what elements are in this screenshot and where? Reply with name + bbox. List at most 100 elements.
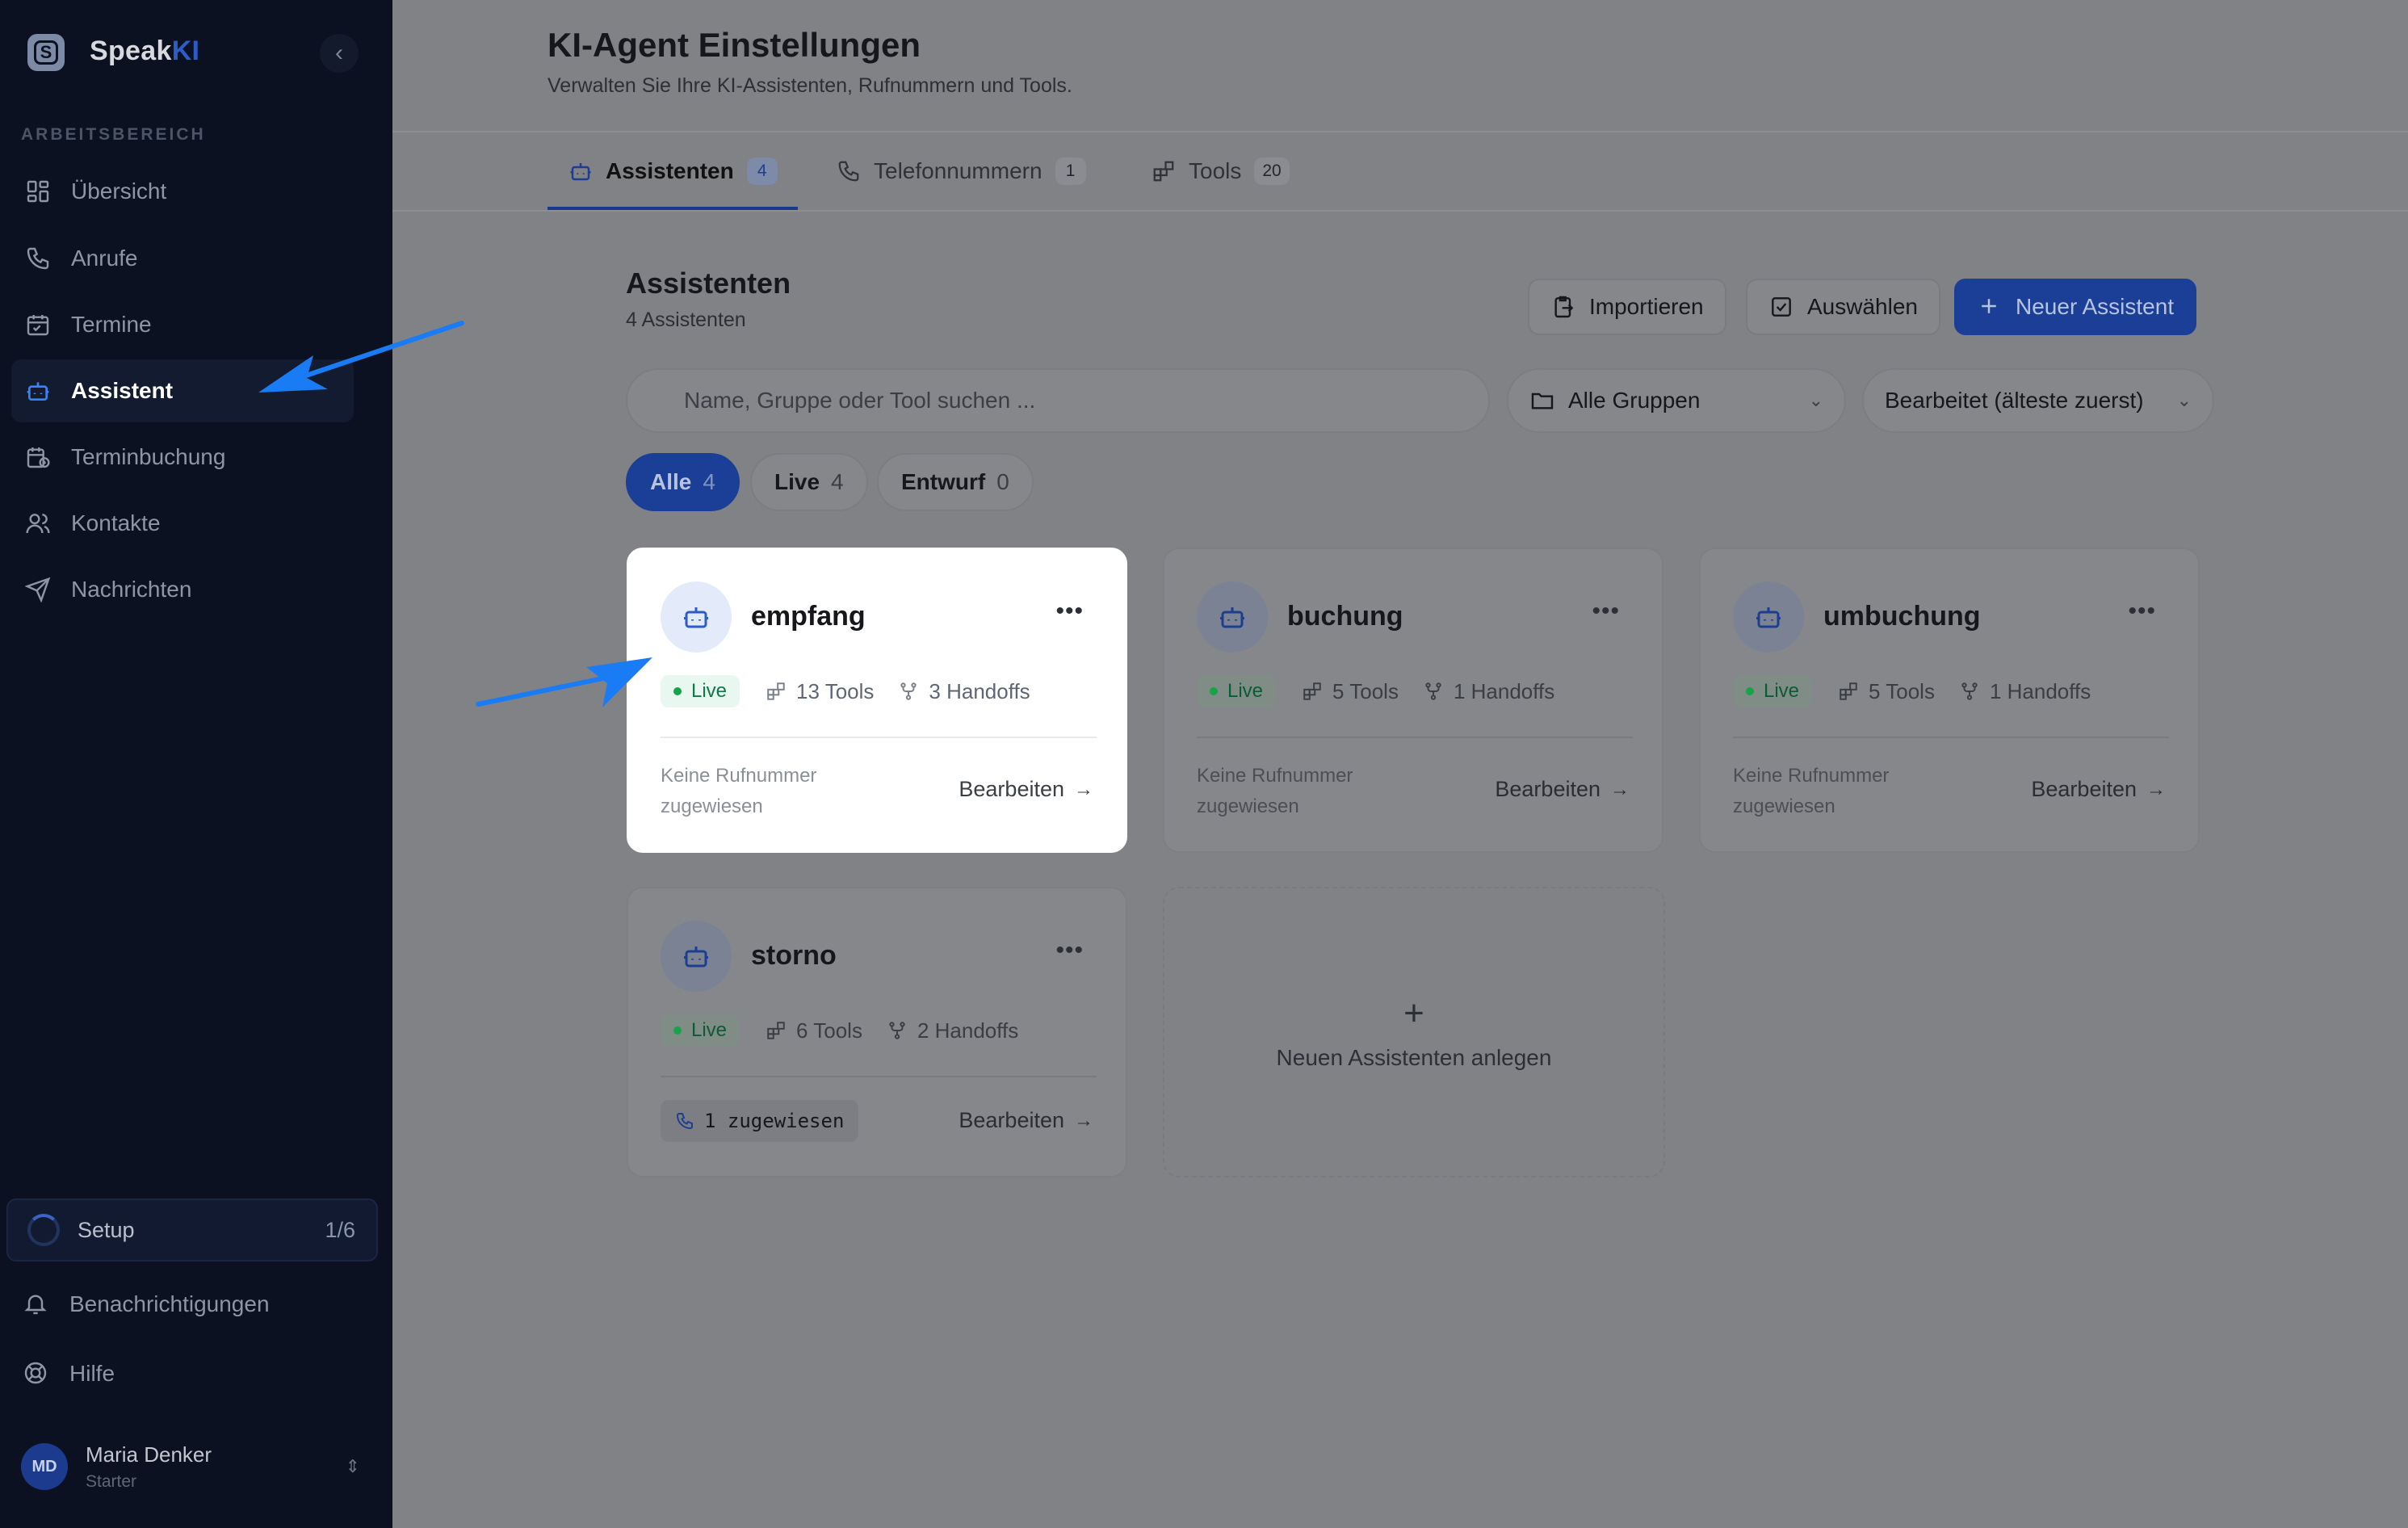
sidebar-item-label: Termine [71,312,152,337]
calendar-clock-icon [24,443,52,471]
assistant-card[interactable]: buchung ••• Live 5 Tools 1 Handoffs Kein… [1163,548,1663,853]
chevron-down-icon: ⌄ [1808,390,1823,410]
tab-count-badge: 1 [1055,157,1086,185]
sidebar-item-label: Kontakte [71,510,161,535]
divider [1733,737,2169,738]
arrow-right-icon: → [1610,778,1630,800]
edit-link[interactable]: Bearbeiten → [2031,777,2166,802]
divider [392,131,2408,132]
search-input[interactable]: Name, Gruppe oder Tool suchen ... [626,368,1490,433]
sidebar-item-kontakte[interactable]: Kontakte [11,492,354,555]
filter-chip-alle[interactable]: Alle 4 [626,453,740,511]
filter-chip-live[interactable]: Live 4 [750,453,868,511]
sidebar-item-uebersicht[interactable]: Übersicht [11,160,354,223]
brand-name: SpeakKI [90,36,200,66]
progress-ring-icon [27,1214,60,1246]
divider [1197,737,1633,738]
tab-tools[interactable]: Tools 20 [1152,153,1290,189]
arrow-right-icon: → [1074,778,1093,800]
tab-label: Telefonnummern [874,158,1042,183]
assistant-name: storno [751,940,837,971]
user-menu[interactable]: MD Maria Denker Starter ⇕ [21,1442,360,1491]
select-label: Auswählen [1807,294,1918,319]
chevron-left-icon: ‹ [335,40,343,66]
import-button[interactable]: Importieren [1528,279,1726,335]
folder-icon [1529,388,1555,413]
sidebar-item-nachrichten[interactable]: Nachrichten [11,558,354,621]
group-select[interactable]: Alle Gruppen ⌄ [1507,368,1846,433]
setup-count: 1/6 [325,1217,355,1242]
more-options-icon[interactable]: ••• [2128,598,2156,625]
handoffs-count: 3 Handoffs [898,679,1030,704]
notifications-link[interactable]: Benachrichtigungen [23,1291,270,1318]
lifebuoy-icon [23,1360,50,1387]
section-label: ARBEITSBEREICH [21,125,206,144]
bot-icon [1733,581,1804,653]
new-assistant-card-label: Neuen Assistenten anlegen [1276,1045,1552,1070]
new-assistant-label: Neuer Assistent [2016,294,2175,319]
more-options-icon[interactable]: ••• [1592,598,1620,625]
chip-count: 4 [703,469,715,494]
assistant-name: empfang [751,601,866,632]
sidebar-item-anrufe[interactable]: Anrufe [11,227,354,290]
sort-select[interactable]: Bearbeitet (älteste zuerst) ⌄ [1862,368,2214,433]
status-badge: Live [1733,675,1813,707]
checkbox-icon [1768,294,1794,320]
tab-count-badge: 20 [1254,157,1290,185]
chip-label: Alle [650,469,692,494]
status-badge: Live [661,1014,740,1047]
bot-icon [24,377,52,405]
new-assistant-button[interactable]: Neuer Assistent [1954,279,2197,335]
edit-link[interactable]: Bearbeiten → [959,777,1093,802]
status-badge: Live [1197,675,1277,707]
page-title: KI-Agent Einstellungen [547,26,921,64]
bot-icon [661,921,732,992]
phone-status: Keine Rufnummer zugewiesen [1733,765,1890,817]
bot-icon [1197,581,1268,653]
sidebar-item-terminbuchung[interactable]: Terminbuchung [11,426,354,489]
tools-count: 13 Tools [766,679,874,704]
help-link[interactable]: Hilfe [23,1360,115,1387]
assistant-card[interactable]: umbuchung ••• Live 5 Tools 1 Handoffs Ke… [1699,548,2200,853]
more-options-icon[interactable]: ••• [1055,598,1084,625]
tab-count-badge: 4 [746,157,778,185]
divider [661,737,1097,738]
phone-status: Keine Rufnummer zugewiesen [661,765,817,817]
filter-chip-entwurf[interactable]: Entwurf 0 [877,453,1034,511]
phone-assigned-badge: 1 zugewiesen [661,1100,859,1142]
setup-progress[interactable]: Setup 1/6 [6,1198,378,1261]
tab-assistenten[interactable]: Assistenten 4 [568,153,778,189]
edit-link[interactable]: Bearbeiten → [1495,777,1630,802]
calendar-icon [24,311,52,338]
section-title: Assistenten [626,267,791,300]
assistant-card[interactable]: empfang ••• Live 13 Tools 3 Handoffs Kei… [627,548,1127,853]
active-tab-indicator [547,207,798,210]
chip-count: 4 [831,469,844,494]
sidebar-item-label: Terminbuchung [71,444,226,469]
status-badge: Live [661,675,740,707]
setup-label: Setup [78,1217,135,1242]
logo: S [27,34,65,71]
arrow-right-icon: → [2146,778,2166,800]
sidebar-item-label: Anrufe [71,246,138,271]
tabs-divider [392,210,2408,212]
sort-select-value: Bearbeitet (älteste zuerst) [1885,388,2144,413]
select-button[interactable]: Auswählen [1746,279,1940,335]
assistant-name: umbuchung [1823,601,1981,632]
tab-telefonnummern[interactable]: Telefonnummern 1 [837,153,1086,189]
bot-icon [661,581,732,653]
tab-label: Tools [1189,158,1242,183]
notifications-label: Benachrichtigungen [69,1291,270,1316]
assistant-card[interactable]: storno ••• Live 6 Tools 2 Handoffs 1 zug… [627,887,1127,1177]
blocks-icon [1152,159,1176,183]
collapse-sidebar-button[interactable]: ‹ [320,34,359,73]
search-placeholder: Name, Gruppe oder Tool suchen ... [684,388,1036,413]
chevron-up-down-icon: ⇕ [345,1456,360,1476]
handoffs-count: 2 Handoffs [887,1018,1018,1043]
new-assistant-card[interactable]: + Neuen Assistenten anlegen [1163,887,1665,1177]
assistant-name: buchung [1287,601,1403,632]
edit-link[interactable]: Bearbeiten → [959,1108,1093,1133]
more-options-icon[interactable]: ••• [1055,937,1084,964]
annotation-arrow-icon [476,657,652,707]
bell-icon [23,1291,50,1318]
